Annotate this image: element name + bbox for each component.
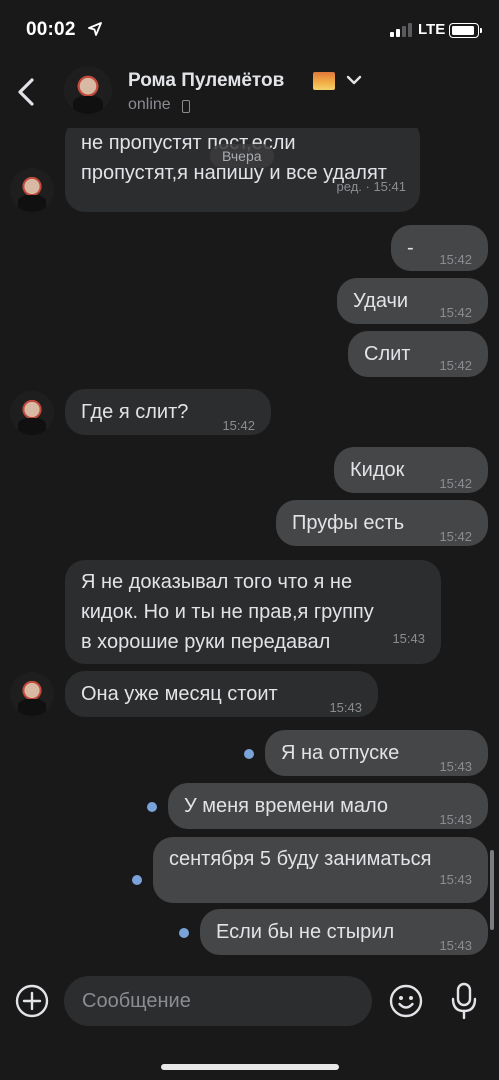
signal-strength-icon: [390, 23, 414, 37]
emoji-icon[interactable]: [388, 983, 424, 1019]
message-outgoing[interactable]: Я на отпуске 15:43: [265, 730, 488, 776]
online-status: online: [128, 96, 171, 113]
message-time: 15:43: [439, 872, 472, 887]
message-outgoing[interactable]: - 15:42: [391, 225, 488, 271]
message-outgoing[interactable]: Если бы не стырил 15:43: [200, 909, 488, 955]
message-time: 15:43: [392, 631, 425, 646]
message-time: 15:42: [222, 418, 255, 433]
message-text: Где я слит?: [81, 401, 189, 423]
sender-avatar[interactable]: [10, 672, 54, 716]
message-incoming[interactable]: Где я слит? 15:42: [65, 389, 271, 435]
contact-avatar[interactable]: [64, 66, 112, 114]
unread-indicator: [132, 875, 142, 885]
unread-indicator: [244, 749, 254, 759]
contact-name[interactable]: Рома Пулемётов: [128, 70, 284, 92]
back-icon[interactable]: [8, 72, 44, 112]
message-text: Пруфы есть: [292, 512, 405, 534]
chat-header: Рома Пулемётов online: [0, 60, 499, 128]
message-time: ред. · 15:41: [336, 179, 406, 194]
mobile-device-icon: [182, 100, 190, 113]
message-text: Я не доказывал того что я не кидок. Но и…: [81, 571, 374, 653]
battery-icon: [449, 23, 482, 38]
message-text: Удачи: [353, 290, 409, 312]
message-outgoing[interactable]: Кидок 15:42: [334, 447, 488, 493]
sunset-emoji-icon: [313, 72, 335, 90]
message-time: 15:42: [439, 252, 472, 267]
message-text: Если бы не стырил: [216, 921, 395, 943]
add-icon[interactable]: [14, 983, 50, 1019]
message-time: 15:43: [439, 938, 472, 953]
sender-avatar[interactable]: [10, 391, 54, 435]
microphone-icon[interactable]: [448, 982, 480, 1020]
message-input[interactable]: [64, 976, 372, 1026]
network-type-label: LTE: [418, 21, 446, 38]
status-time: 00:02: [26, 19, 76, 40]
status-bar: 00:02 LTE: [0, 0, 499, 60]
unread-indicator: [147, 802, 157, 812]
message-outgoing[interactable]: Слит 15:42: [348, 331, 488, 377]
message-time: 15:42: [439, 305, 472, 320]
message-text: У меня времени мало: [184, 795, 388, 817]
message-outgoing[interactable]: сентября 5 буду заниматься 15:43: [153, 837, 488, 903]
message-time: 15:42: [439, 358, 472, 373]
message-text: Слит: [364, 343, 411, 365]
message-time: 15:42: [439, 529, 472, 544]
message-time: 15:43: [329, 700, 362, 715]
sender-avatar[interactable]: [10, 168, 54, 212]
message-text: Кидок: [350, 459, 405, 481]
chevron-down-icon[interactable]: [346, 74, 362, 86]
message-time: 15:43: [439, 759, 472, 774]
message-text: -: [407, 237, 414, 259]
message-time: 15:42: [439, 476, 472, 491]
message-text: Я на отпуске: [281, 742, 400, 764]
message-list[interactable]: не пропустят пост,если пропустят,я напиш…: [0, 128, 499, 968]
message-time: 15:43: [439, 812, 472, 827]
composer-bar: [0, 968, 499, 1080]
location-arrow-icon: [88, 22, 102, 36]
home-indicator[interactable]: [161, 1064, 339, 1070]
date-separator: Вчера: [210, 144, 274, 168]
message-text: сентября 5 буду заниматься: [169, 848, 432, 870]
message-outgoing[interactable]: Удачи 15:42: [337, 278, 488, 324]
message-text: Она уже месяц стоит: [81, 683, 278, 705]
message-incoming[interactable]: Я не доказывал того что я не кидок. Но и…: [65, 560, 441, 664]
message-outgoing[interactable]: У меня времени мало 15:43: [168, 783, 488, 829]
message-incoming[interactable]: Она уже месяц стоит 15:43: [65, 671, 378, 717]
unread-indicator: [179, 928, 189, 938]
message-incoming[interactable]: не пропустят пост,если пропустят,я напиш…: [65, 128, 420, 212]
scrollbar[interactable]: [490, 850, 494, 930]
message-outgoing[interactable]: Пруфы есть 15:42: [276, 500, 488, 546]
